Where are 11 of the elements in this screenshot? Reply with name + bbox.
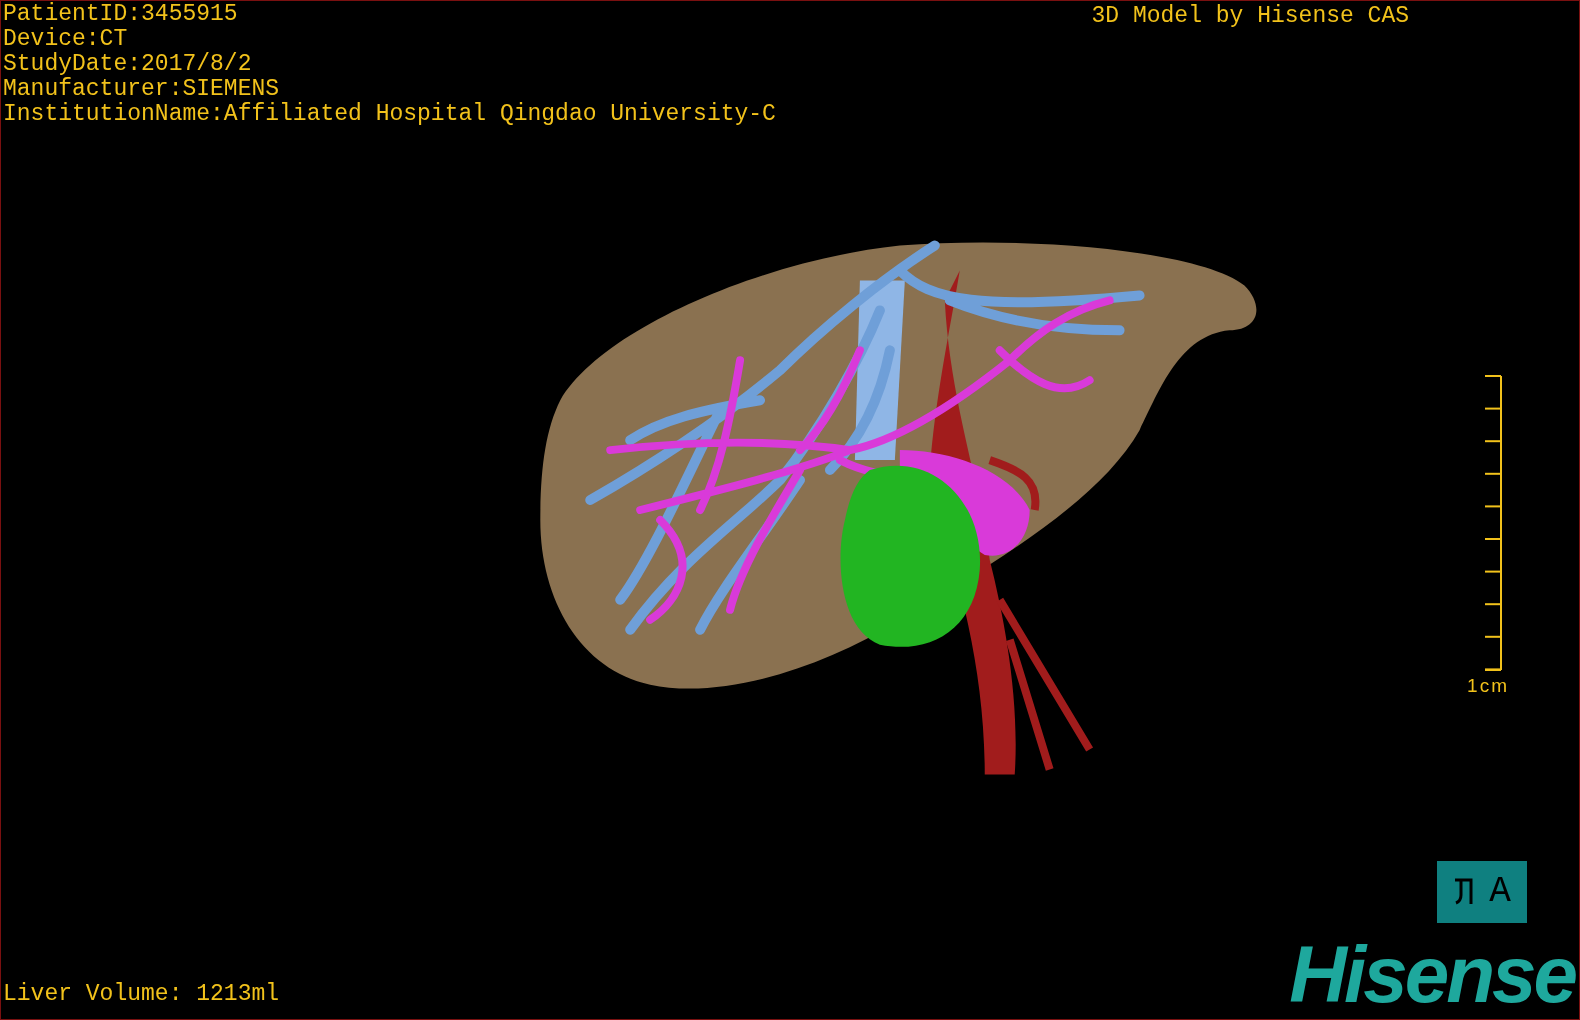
info-line: Manufacturer:SIEMENS	[3, 77, 281, 102]
viewer-title: 3D Model by Hisense CAS	[1091, 4, 1409, 29]
orientation-cube[interactable]: A	[1437, 861, 1527, 923]
info-line: Device:CT	[3, 27, 129, 52]
info-line: PatientID:3455915	[3, 2, 239, 27]
mirrored-glyph-icon	[1453, 877, 1476, 907]
scale-label: 1cm	[1467, 675, 1509, 697]
brand-logo: Hisense	[1289, 943, 1575, 1007]
info-line: InstitutionName:Affiliated Hospital Qingdao University-C	[3, 102, 776, 127]
info-line: StudyDate:2017/8/2	[3, 52, 253, 77]
liver-volume-text: Liver Volume: 1213ml	[2, 982, 280, 1007]
